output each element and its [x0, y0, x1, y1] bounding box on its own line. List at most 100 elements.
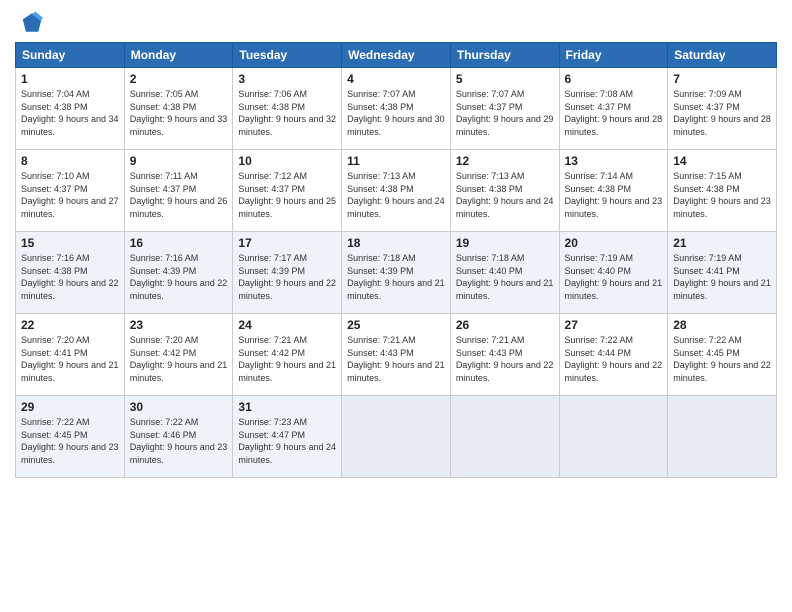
calendar-cell	[559, 396, 668, 478]
calendar-cell: 12 Sunrise: 7:13 AMSunset: 4:38 PMDayligh…	[450, 150, 559, 232]
day-of-week-header: Monday	[124, 43, 233, 68]
calendar-cell: 14Sunrise: 7:15 AMSunset: 4:38 PMDayligh…	[668, 150, 777, 232]
day-number: 19	[456, 236, 554, 250]
calendar-row: 22 Sunrise: 7:20 AMSunset: 4:41 PMDayligh…	[16, 314, 777, 396]
day-of-week-header: Wednesday	[342, 43, 451, 68]
calendar-cell: 7 Sunrise: 7:09 AMSunset: 4:37 PMDaylight…	[668, 68, 777, 150]
day-number: 31	[238, 400, 336, 414]
day-of-week-header: Sunday	[16, 43, 125, 68]
day-info: Sunrise: 7:07 AMSunset: 4:37 PMDaylight:…	[456, 88, 554, 138]
day-of-week-header: Saturday	[668, 43, 777, 68]
day-info: Sunrise: 7:11 AMSunset: 4:37 PMDaylight:…	[130, 170, 228, 220]
day-info: Sunrise: 7:16 AMSunset: 4:39 PMDaylight:…	[130, 252, 228, 302]
day-info: Sunrise: 7:22 AMSunset: 4:45 PMDaylight:…	[673, 334, 771, 384]
calendar-cell: 28Sunrise: 7:22 AMSunset: 4:45 PMDayligh…	[668, 314, 777, 396]
day-number: 27	[565, 318, 663, 332]
calendar-cell	[342, 396, 451, 478]
calendar-cell: 13 Sunrise: 7:14 AMSunset: 4:38 PMDayligh…	[559, 150, 668, 232]
calendar-cell: 25 Sunrise: 7:21 AMSunset: 4:43 PMDayligh…	[342, 314, 451, 396]
day-number: 9	[130, 154, 228, 168]
calendar-row: 8 Sunrise: 7:10 AMSunset: 4:37 PMDaylight…	[16, 150, 777, 232]
calendar-cell: 18Sunrise: 7:18 AMSunset: 4:39 PMDayligh…	[342, 232, 451, 314]
day-of-week-header: Thursday	[450, 43, 559, 68]
day-info: Sunrise: 7:07 AMSunset: 4:38 PMDaylight:…	[347, 88, 445, 138]
day-info: Sunrise: 7:14 AMSunset: 4:38 PMDaylight:…	[565, 170, 663, 220]
calendar-cell	[450, 396, 559, 478]
day-info: Sunrise: 7:21 AMSunset: 4:43 PMDaylight:…	[456, 334, 554, 384]
day-info: Sunrise: 7:20 AMSunset: 4:41 PMDaylight:…	[21, 334, 119, 384]
day-number: 12	[456, 154, 554, 168]
calendar-cell: 9 Sunrise: 7:11 AMSunset: 4:37 PMDaylight…	[124, 150, 233, 232]
day-number: 4	[347, 72, 445, 86]
day-number: 21	[673, 236, 771, 250]
day-of-week-header: Friday	[559, 43, 668, 68]
day-info: Sunrise: 7:08 AMSunset: 4:37 PMDaylight:…	[565, 88, 663, 138]
day-number: 10	[238, 154, 336, 168]
calendar-cell: 22 Sunrise: 7:20 AMSunset: 4:41 PMDayligh…	[16, 314, 125, 396]
calendar-cell: 20 Sunrise: 7:19 AMSunset: 4:40 PMDayligh…	[559, 232, 668, 314]
logo	[15, 10, 47, 38]
day-info: Sunrise: 7:13 AMSunset: 4:38 PMDaylight:…	[347, 170, 445, 220]
day-number: 15	[21, 236, 119, 250]
day-number: 7	[673, 72, 771, 86]
day-number: 20	[565, 236, 663, 250]
day-number: 13	[565, 154, 663, 168]
day-number: 30	[130, 400, 228, 414]
day-number: 8	[21, 154, 119, 168]
day-number: 11	[347, 154, 445, 168]
day-number: 26	[456, 318, 554, 332]
calendar-cell: 23Sunrise: 7:20 AMSunset: 4:42 PMDayligh…	[124, 314, 233, 396]
calendar-cell: 24Sunrise: 7:21 AMSunset: 4:42 PMDayligh…	[233, 314, 342, 396]
calendar-cell: 5 Sunrise: 7:07 AMSunset: 4:37 PMDaylight…	[450, 68, 559, 150]
page-header	[15, 10, 777, 38]
calendar-cell: 8 Sunrise: 7:10 AMSunset: 4:37 PMDaylight…	[16, 150, 125, 232]
day-number: 29	[21, 400, 119, 414]
calendar-row: 15 Sunrise: 7:16 AMSunset: 4:38 PMDayligh…	[16, 232, 777, 314]
calendar-cell: 19 Sunrise: 7:18 AMSunset: 4:40 PMDayligh…	[450, 232, 559, 314]
calendar-cell: 11 Sunrise: 7:13 AMSunset: 4:38 PMDayligh…	[342, 150, 451, 232]
calendar-row: 1Sunrise: 7:04 AMSunset: 4:38 PMDaylight…	[16, 68, 777, 150]
calendar-cell: 17 Sunrise: 7:17 AMSunset: 4:39 PMDayligh…	[233, 232, 342, 314]
calendar-row: 29 Sunrise: 7:22 AMSunset: 4:45 PMDayligh…	[16, 396, 777, 478]
calendar-table: SundayMondayTuesdayWednesdayThursdayFrid…	[15, 42, 777, 478]
day-info: Sunrise: 7:15 AMSunset: 4:38 PMDaylight:…	[673, 170, 771, 220]
day-info: Sunrise: 7:12 AMSunset: 4:37 PMDaylight:…	[238, 170, 336, 220]
day-info: Sunrise: 7:16 AMSunset: 4:38 PMDaylight:…	[21, 252, 119, 302]
calendar-cell: 10 Sunrise: 7:12 AMSunset: 4:37 PMDayligh…	[233, 150, 342, 232]
calendar-cell: 26 Sunrise: 7:21 AMSunset: 4:43 PMDayligh…	[450, 314, 559, 396]
day-of-week-header: Tuesday	[233, 43, 342, 68]
day-number: 2	[130, 72, 228, 86]
day-info: Sunrise: 7:22 AMSunset: 4:44 PMDaylight:…	[565, 334, 663, 384]
logo-icon	[15, 10, 43, 38]
day-info: Sunrise: 7:21 AMSunset: 4:43 PMDaylight:…	[347, 334, 445, 384]
calendar-cell	[668, 396, 777, 478]
calendar-cell: 4 Sunrise: 7:07 AMSunset: 4:38 PMDaylight…	[342, 68, 451, 150]
page-container: SundayMondayTuesdayWednesdayThursdayFrid…	[0, 0, 792, 612]
calendar-cell: 30Sunrise: 7:22 AMSunset: 4:46 PMDayligh…	[124, 396, 233, 478]
day-number: 23	[130, 318, 228, 332]
day-number: 5	[456, 72, 554, 86]
calendar-cell: 3 Sunrise: 7:06 AMSunset: 4:38 PMDaylight…	[233, 68, 342, 150]
day-info: Sunrise: 7:09 AMSunset: 4:37 PMDaylight:…	[673, 88, 771, 138]
calendar-header-row: SundayMondayTuesdayWednesdayThursdayFrid…	[16, 43, 777, 68]
day-info: Sunrise: 7:05 AMSunset: 4:38 PMDaylight:…	[130, 88, 228, 138]
calendar-cell: 6 Sunrise: 7:08 AMSunset: 4:37 PMDaylight…	[559, 68, 668, 150]
day-info: Sunrise: 7:19 AMSunset: 4:40 PMDaylight:…	[565, 252, 663, 302]
day-info: Sunrise: 7:18 AMSunset: 4:40 PMDaylight:…	[456, 252, 554, 302]
day-number: 22	[21, 318, 119, 332]
day-number: 17	[238, 236, 336, 250]
calendar-cell: 1Sunrise: 7:04 AMSunset: 4:38 PMDaylight…	[16, 68, 125, 150]
day-info: Sunrise: 7:13 AMSunset: 4:38 PMDaylight:…	[456, 170, 554, 220]
day-info: Sunrise: 7:06 AMSunset: 4:38 PMDaylight:…	[238, 88, 336, 138]
day-number: 6	[565, 72, 663, 86]
day-number: 25	[347, 318, 445, 332]
day-number: 24	[238, 318, 336, 332]
day-info: Sunrise: 7:22 AMSunset: 4:45 PMDaylight:…	[21, 416, 119, 466]
day-number: 3	[238, 72, 336, 86]
day-info: Sunrise: 7:18 AMSunset: 4:39 PMDaylight:…	[347, 252, 445, 302]
day-info: Sunrise: 7:17 AMSunset: 4:39 PMDaylight:…	[238, 252, 336, 302]
calendar-cell: 21 Sunrise: 7:19 AMSunset: 4:41 PMDayligh…	[668, 232, 777, 314]
day-info: Sunrise: 7:19 AMSunset: 4:41 PMDaylight:…	[673, 252, 771, 302]
calendar-cell: 15 Sunrise: 7:16 AMSunset: 4:38 PMDayligh…	[16, 232, 125, 314]
day-info: Sunrise: 7:10 AMSunset: 4:37 PMDaylight:…	[21, 170, 119, 220]
